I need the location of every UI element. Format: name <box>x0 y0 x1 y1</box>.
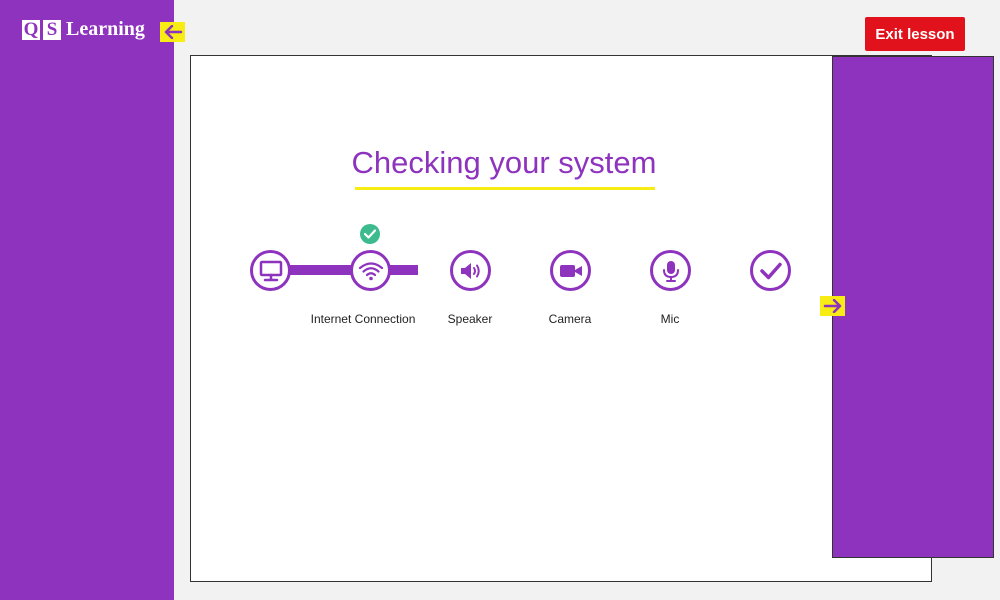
mic-icon <box>662 260 679 282</box>
collapse-sidebar-button[interactable] <box>160 22 185 42</box>
step-camera <box>550 250 591 291</box>
right-side-panel <box>832 56 994 558</box>
logo-word: Learning <box>66 18 145 40</box>
check-icon <box>759 262 782 279</box>
step-mic <box>650 250 691 291</box>
arrow-right-icon <box>823 299 841 313</box>
title-underline <box>355 187 655 190</box>
logo-letter-s: S <box>43 19 61 40</box>
left-sidebar: Q S Learning <box>0 0 174 600</box>
page-title: Checking your system <box>351 145 657 180</box>
step-label-mic: Mic <box>660 312 680 326</box>
checkmark-icon <box>364 229 376 239</box>
expand-panel-button[interactable] <box>820 296 845 316</box>
step-complete-badge <box>360 224 380 244</box>
step-speaker <box>450 250 491 291</box>
wifi-icon <box>358 261 383 280</box>
speaker-icon <box>460 262 480 279</box>
step-internet <box>350 250 391 291</box>
step-finish <box>750 250 791 291</box>
logo: Q S Learning <box>22 18 145 41</box>
camera-icon <box>559 264 582 277</box>
arrow-left-icon <box>164 25 182 39</box>
monitor-icon <box>259 260 282 281</box>
step-display <box>250 250 291 291</box>
exit-lesson-button[interactable]: Exit lesson <box>865 17 965 51</box>
logo-letter-q: Q <box>22 19 40 40</box>
